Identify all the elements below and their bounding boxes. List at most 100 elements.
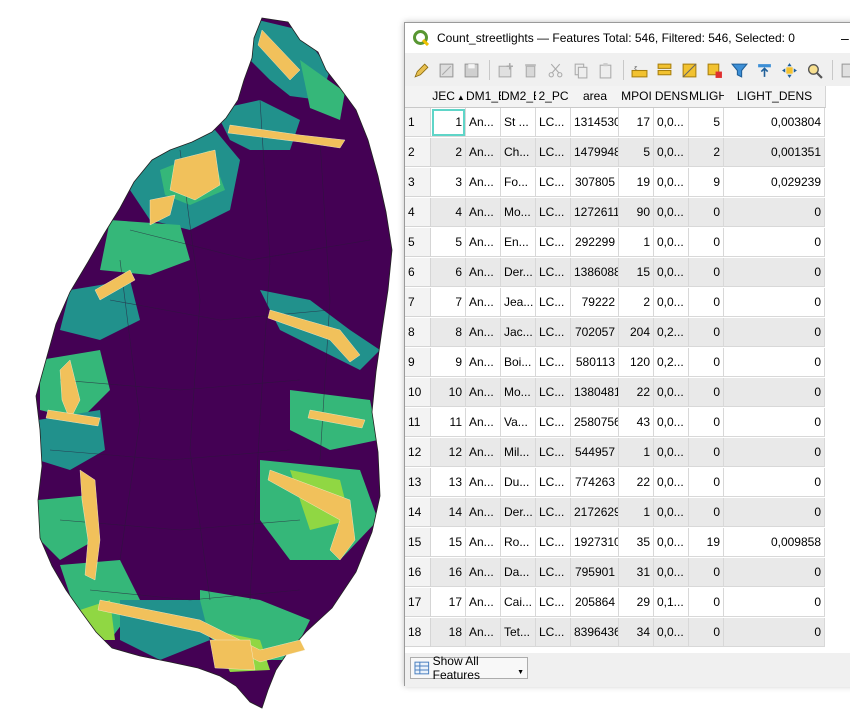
table-cell[interactable]: 10 [431,378,466,407]
table-cell[interactable]: 0,0... [654,558,689,587]
row-number[interactable]: 1 [405,108,431,137]
table-cell[interactable]: 0,0... [654,528,689,557]
table-cell[interactable]: 702057 [571,318,619,347]
table-cell[interactable]: 0 [724,198,825,227]
table-row[interactable]: 12 12 An... Mil... LC... 544957 1 0,0... 0 0 [405,438,825,468]
table-cell[interactable]: LC... [536,408,571,437]
row-number[interactable]: 17 [405,588,431,617]
table-cell[interactable]: LC... [536,168,571,197]
table-cell[interactable]: An... [466,258,501,287]
column-header-dens[interactable]: DENS [654,86,690,108]
table-cell[interactable]: 0 [724,438,825,467]
table-cell[interactable]: 0 [724,288,825,317]
table-cell[interactable]: 0,003804 [724,108,825,137]
row-number[interactable]: 12 [405,438,431,467]
table-cell[interactable]: 29 [619,588,654,617]
table-cell[interactable]: 17 [431,588,466,617]
table-cell[interactable]: Ch... [501,138,536,167]
table-cell[interactable]: LC... [536,318,571,347]
table-cell[interactable]: 1386088 [571,258,619,287]
table-cell[interactable]: 0 [689,618,724,647]
table-cell[interactable]: 2 [619,288,654,317]
table-cell[interactable]: 5 [431,228,466,257]
table-row[interactable]: 3 3 An... Fo... LC... 307805 19 0,0... 9 0,029239 [405,168,825,198]
table-cell[interactable]: 6 [431,258,466,287]
table-cell[interactable]: 0 [724,258,825,287]
copy-icon[interactable] [569,59,591,81]
table-cell[interactable]: 3 [431,168,466,197]
table-cell[interactable]: LC... [536,588,571,617]
table-cell[interactable]: 0,0... [654,258,689,287]
table-row[interactable]: 9 9 An... Boi... LC... 580113 120 0,2... 0 0 [405,348,825,378]
table-cell[interactable]: 11 [431,408,466,437]
table-cell[interactable]: 0 [724,498,825,527]
deselect-icon[interactable] [703,59,725,81]
column-header-pcode[interactable]: 2_PC [536,86,572,108]
column-header-count[interactable]: MPOI [619,86,655,108]
delete-feature-icon[interactable] [519,59,541,81]
table-cell[interactable]: 8 [431,318,466,347]
table-cell[interactable]: LC... [536,258,571,287]
row-number[interactable]: 4 [405,198,431,227]
table-cell[interactable]: An... [466,588,501,617]
table-cell[interactable]: 0 [689,408,724,437]
row-number[interactable]: 3 [405,168,431,197]
table-row[interactable]: 18 18 An... Tet... LC... 8396436 34 0,0... 0 0 [405,618,825,648]
table-cell[interactable]: LC... [536,198,571,227]
save-edits-icon[interactable] [460,59,482,81]
table-cell[interactable]: 2172629 [571,498,619,527]
map-canvas[interactable] [0,0,405,714]
table-cell[interactable]: LC... [536,348,571,377]
table-cell[interactable]: 1314530 [571,108,619,137]
table-cell[interactable]: 0,2... [654,348,689,377]
table-cell[interactable]: 1272611 [571,198,619,227]
table-cell[interactable]: Mo... [501,378,536,407]
table-cell[interactable]: 120 [619,348,654,377]
table-row[interactable]: 8 8 An... Jac... LC... 702057 204 0,2... 0 0 [405,318,825,348]
table-cell[interactable]: 0,0... [654,198,689,227]
table-cell[interactable]: An... [466,618,501,647]
table-cell[interactable]: 19 [689,528,724,557]
table-cell[interactable]: 0,009858 [724,528,825,557]
row-number[interactable]: 16 [405,558,431,587]
table-cell[interactable]: Boi... [501,348,536,377]
table-cell[interactable]: An... [466,108,501,137]
select-all-icon[interactable] [653,59,675,81]
column-header-light-dens[interactable]: LIGHT_DENS [724,86,826,108]
table-cell[interactable]: 0 [724,618,825,647]
move-selection-top-icon[interactable] [753,59,775,81]
table-cell[interactable]: LC... [536,468,571,497]
table-cell[interactable]: An... [466,408,501,437]
table-cell[interactable]: An... [466,288,501,317]
table-cell[interactable]: En... [501,228,536,257]
pan-to-selection-icon[interactable] [778,59,800,81]
table-cell[interactable]: An... [466,558,501,587]
table-row[interactable]: 5 5 An... En... LC... 292299 1 0,0... 0 0 [405,228,825,258]
table-cell[interactable]: 22 [619,378,654,407]
table-cell[interactable]: 19 [619,168,654,197]
row-number[interactable]: 5 [405,228,431,257]
table-cell[interactable]: 1 [619,438,654,467]
row-number[interactable]: 7 [405,288,431,317]
table-cell[interactable]: 580113 [571,348,619,377]
table-cell[interactable]: 0,0... [654,618,689,647]
add-feature-icon[interactable] [494,59,516,81]
column-header-adm1[interactable]: DM1_E [466,86,502,108]
table-cell[interactable]: An... [466,198,501,227]
table-cell[interactable]: An... [466,168,501,197]
table-cell[interactable]: LC... [536,498,571,527]
row-number[interactable]: 13 [405,468,431,497]
table-cell[interactable]: 0,2... [654,318,689,347]
table-cell[interactable]: An... [466,438,501,467]
table-row[interactable]: 17 17 An... Cai... LC... 205864 29 0,1... 0 0 [405,588,825,618]
table-cell[interactable]: 0,0... [654,168,689,197]
table-row[interactable]: 11 11 An... Va... LC... 2580756 43 0,0... 0 0 [405,408,825,438]
column-header-lights[interactable]: MLIGH [689,86,725,108]
table-cell[interactable]: 2 [431,138,466,167]
table-row[interactable]: 10 10 An... Mo... LC... 1380481 22 0,0... 0 0 [405,378,825,408]
pencil-icon[interactable] [410,59,432,81]
table-row[interactable]: 2 2 An... Ch... LC... 1479948 5 0,0... 2 0,001351 [405,138,825,168]
table-cell[interactable]: 0,0... [654,288,689,317]
table-cell[interactable]: LC... [536,378,571,407]
table-cell[interactable]: 0,1... [654,588,689,617]
